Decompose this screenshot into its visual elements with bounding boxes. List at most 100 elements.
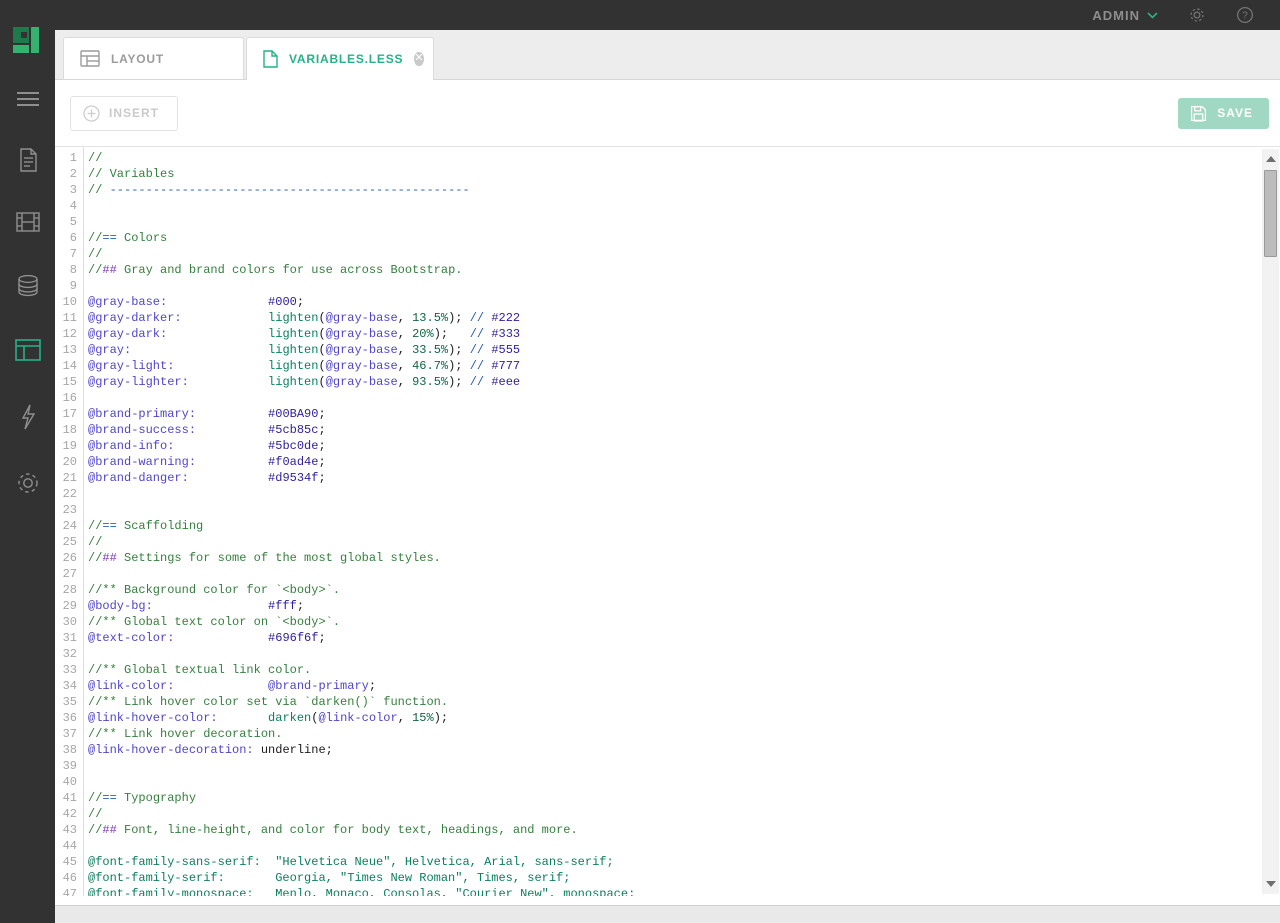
tab-label: VARIABLES.LESS — [289, 52, 403, 66]
code-line[interactable]: @brand-info: #5bc0de; — [88, 438, 1260, 454]
line-number-gutter: 1234567891011121314151617181920212223242… — [55, 147, 84, 896]
line-number: 13 — [55, 342, 83, 358]
code-content[interactable]: //// Variables// -----------------------… — [88, 147, 1260, 896]
line-number: 35 — [55, 694, 83, 710]
code-line[interactable] — [88, 566, 1260, 582]
code-line[interactable]: //== Typography — [88, 790, 1260, 806]
code-line[interactable]: @gray-dark: lighten(@gray-base, 20%); //… — [88, 326, 1260, 342]
tab-label: LAYOUT — [111, 52, 164, 66]
scroll-down-arrow-icon[interactable] — [1266, 881, 1276, 887]
circle-plus-icon — [83, 105, 100, 122]
line-number: 43 — [55, 822, 83, 838]
line-number: 5 — [55, 214, 83, 230]
code-line[interactable]: @gray: lighten(@gray-base, 33.5%); // #5… — [88, 342, 1260, 358]
app-logo[interactable] — [13, 27, 39, 53]
scrollbar-thumb[interactable] — [1264, 170, 1277, 257]
code-line[interactable] — [88, 486, 1260, 502]
line-number: 4 — [55, 198, 83, 214]
code-line[interactable]: @brand-danger: #d9534f; — [88, 470, 1260, 486]
editor-scrollbar[interactable] — [1262, 149, 1279, 894]
line-number: 32 — [55, 646, 83, 662]
code-line[interactable]: //## Settings for some of the most globa… — [88, 550, 1260, 566]
code-line[interactable]: @gray-darker: lighten(@gray-base, 13.5%)… — [88, 310, 1260, 326]
code-line[interactable]: @font-family-serif: Georgia, "Times New … — [88, 870, 1260, 886]
database-icon — [15, 273, 41, 299]
save-floppy-icon — [1190, 105, 1207, 122]
close-tab-icon[interactable]: ✕ — [414, 52, 423, 66]
code-line[interactable]: //== Colors — [88, 230, 1260, 246]
code-line[interactable]: // — [88, 534, 1260, 550]
code-line[interactable]: @font-family-monospace: Menlo, Monaco, C… — [88, 886, 1260, 896]
code-line[interactable] — [88, 502, 1260, 518]
line-number: 12 — [55, 326, 83, 342]
code-line[interactable] — [88, 214, 1260, 230]
code-line[interactable]: // -------------------------------------… — [88, 182, 1260, 198]
line-number: 10 — [55, 294, 83, 310]
admin-label: ADMIN — [1092, 8, 1140, 23]
line-number: 11 — [55, 310, 83, 326]
help-button[interactable]: ? — [1236, 6, 1254, 24]
code-line[interactable]: //== Scaffolding — [88, 518, 1260, 534]
code-line[interactable]: @link-hover-color: darken(@link-color, 1… — [88, 710, 1260, 726]
code-line[interactable]: @gray-light: lighten(@gray-base, 46.7%);… — [88, 358, 1260, 374]
editor-scroller: 1234567891011121314151617181920212223242… — [55, 147, 1280, 896]
code-line[interactable]: //** Global textual link color. — [88, 662, 1260, 678]
help-icon: ? — [1236, 6, 1254, 24]
line-number: 28 — [55, 582, 83, 598]
insert-button[interactable]: INSERT — [70, 96, 178, 131]
code-line[interactable] — [88, 646, 1260, 662]
code-line[interactable]: @font-family-sans-serif: "Helvetica Neue… — [88, 854, 1260, 870]
line-number: 40 — [55, 774, 83, 790]
code-line[interactable]: @brand-success: #5cb85c; — [88, 422, 1260, 438]
line-number: 34 — [55, 678, 83, 694]
code-line[interactable]: // — [88, 150, 1260, 166]
menu-icon[interactable] — [0, 79, 55, 119]
line-number: 46 — [55, 870, 83, 886]
code-line[interactable]: //** Background color for `<body>`. — [88, 582, 1260, 598]
code-line[interactable]: @text-color: #696f6f; — [88, 630, 1260, 646]
code-line[interactable]: @brand-warning: #f0ad4e; — [88, 454, 1260, 470]
code-line[interactable] — [88, 758, 1260, 774]
code-line[interactable]: @brand-primary: #00BA90; — [88, 406, 1260, 422]
settings-gear-button[interactable] — [1188, 6, 1206, 24]
line-number: 38 — [55, 742, 83, 758]
code-line[interactable] — [88, 390, 1260, 406]
tab-variables-less[interactable]: VARIABLES.LESS ✕ — [246, 37, 434, 80]
code-line[interactable]: //## Gray and brand colors for use acros… — [88, 262, 1260, 278]
sidebar-item-settings[interactable] — [0, 463, 55, 503]
code-line[interactable]: //** Link hover decoration. — [88, 726, 1260, 742]
code-line[interactable] — [88, 198, 1260, 214]
code-line[interactable] — [88, 774, 1260, 790]
sidebar-item-media[interactable] — [0, 202, 55, 242]
code-line[interactable]: // — [88, 806, 1260, 822]
code-line[interactable]: // Variables — [88, 166, 1260, 182]
line-number: 27 — [55, 566, 83, 582]
code-line[interactable]: @link-color: @brand-primary; — [88, 678, 1260, 694]
line-number: 31 — [55, 630, 83, 646]
tab-layout[interactable]: LAYOUT — [63, 37, 244, 80]
code-line[interactable]: // — [88, 246, 1260, 262]
code-line[interactable]: @gray-lighter: lighten(@gray-base, 93.5%… — [88, 374, 1260, 390]
content-area: LAYOUT VARIABLES.LESS ✕ INSERT — [55, 30, 1280, 923]
code-line[interactable] — [88, 278, 1260, 294]
file-icon — [263, 50, 278, 68]
line-number: 14 — [55, 358, 83, 374]
sidebar-item-data[interactable] — [0, 266, 55, 306]
sidebar-item-layout[interactable] — [0, 330, 55, 370]
code-line[interactable]: @gray-base: #000; — [88, 294, 1260, 310]
line-number: 21 — [55, 470, 83, 486]
code-line[interactable]: //## Font, line-height, and color for bo… — [88, 822, 1260, 838]
save-button[interactable]: SAVE — [1178, 98, 1269, 129]
code-editor[interactable]: 1234567891011121314151617181920212223242… — [55, 147, 1280, 906]
layout-icon — [80, 50, 100, 67]
scroll-up-arrow-icon[interactable] — [1266, 156, 1276, 162]
code-line[interactable]: @link-hover-decoration: underline; — [88, 742, 1260, 758]
code-line[interactable] — [88, 838, 1260, 854]
sidebar-item-pages[interactable] — [0, 140, 55, 180]
sidebar-item-actions[interactable] — [0, 397, 55, 437]
code-line[interactable]: //** Link hover color set via `darken()`… — [88, 694, 1260, 710]
code-line[interactable]: //** Global text color on `<body>`. — [88, 614, 1260, 630]
admin-menu[interactable]: ADMIN — [1092, 8, 1158, 23]
code-line[interactable]: @body-bg: #fff; — [88, 598, 1260, 614]
sidebar — [0, 0, 55, 923]
